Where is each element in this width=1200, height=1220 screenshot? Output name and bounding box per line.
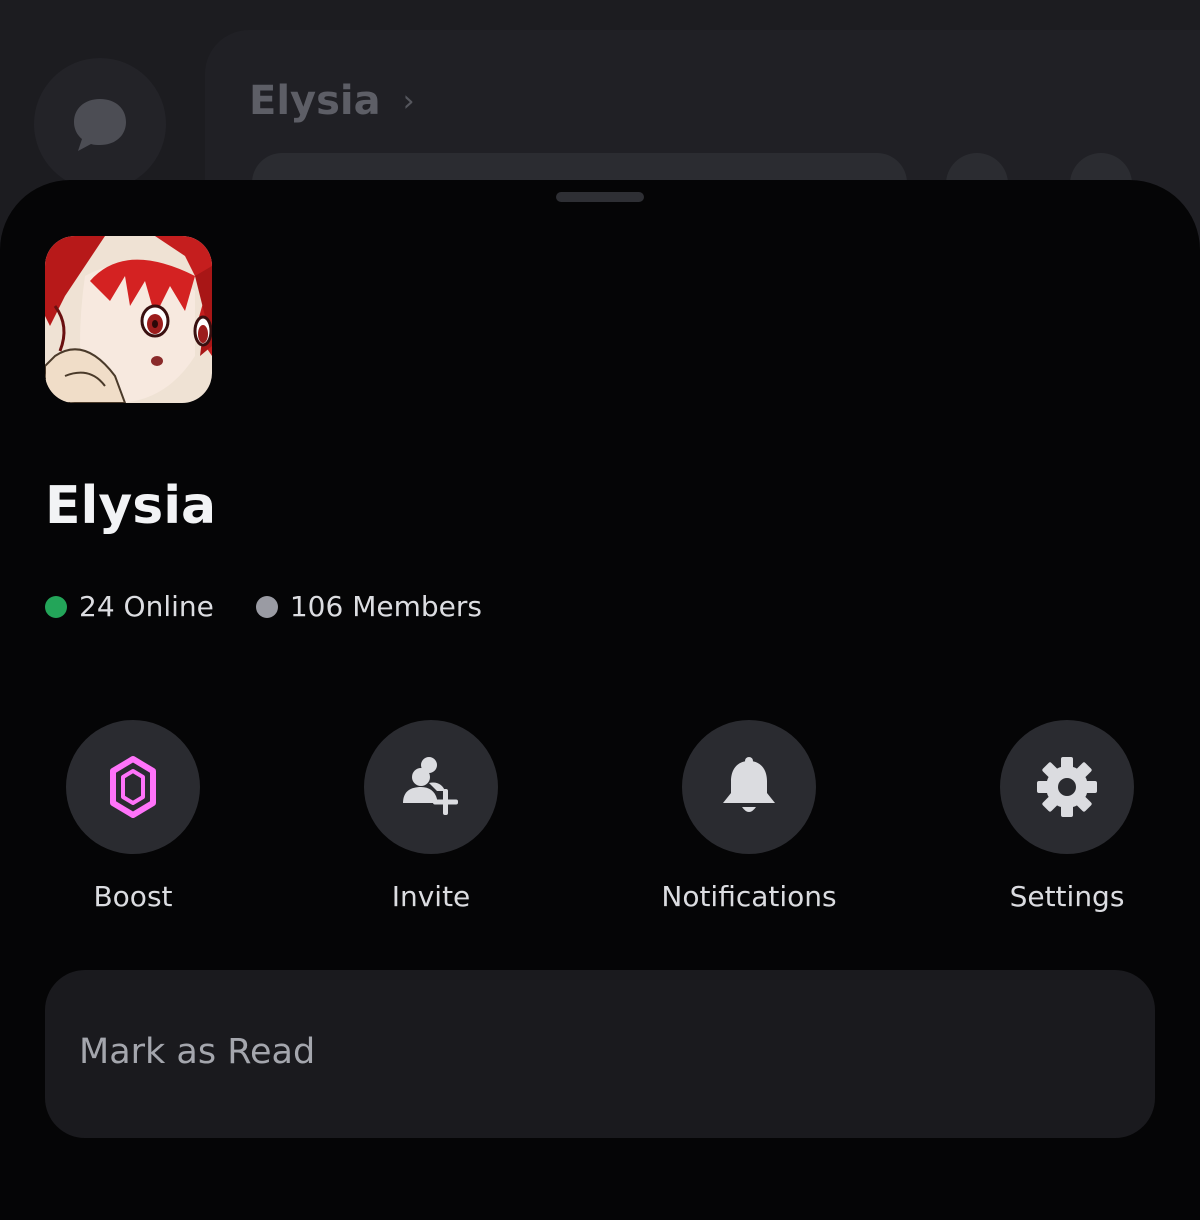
mark-as-read-button[interactable]: Mark as Read: [45, 970, 1155, 1138]
invite-user-plus-icon: [403, 757, 458, 815]
server-name: Elysia: [45, 476, 217, 536]
boost-button-circle[interactable]: [66, 720, 200, 854]
gear-icon: [1037, 757, 1097, 817]
notifications-button-circle[interactable]: [682, 720, 816, 854]
sheet-drag-handle[interactable]: [556, 192, 644, 202]
boost-label: Boost: [93, 880, 173, 913]
settings-label: Settings: [1009, 880, 1125, 913]
server-avatar: [45, 236, 212, 403]
notifications-label: Notifications: [661, 880, 837, 913]
notifications-button[interactable]: Notifications: [639, 720, 859, 913]
members-status-dot: [255, 595, 278, 618]
member-count: 106 Members: [255, 590, 482, 623]
online-count: 24 Online: [45, 590, 214, 623]
server-stats: 24 Online 106 Members: [45, 590, 482, 623]
online-count-label: 24 Online: [79, 590, 214, 623]
boost-gem-icon: [110, 756, 156, 818]
invite-label: Invite: [391, 880, 471, 913]
boost-button[interactable]: Boost: [23, 720, 243, 913]
direct-messages-button[interactable]: [34, 58, 166, 190]
mark-as-read-label: Mark as Read: [79, 1032, 316, 1072]
member-count-label: 106 Members: [289, 590, 482, 623]
invite-button-circle[interactable]: [364, 720, 498, 854]
bell-icon: [723, 757, 775, 812]
server-bottom-sheet: Elysia 24 Online 106 Members Boost Invit…: [0, 180, 1200, 1220]
online-status-dot: [45, 595, 67, 618]
settings-button[interactable]: Settings: [957, 720, 1177, 913]
channel-title-text: Elysia: [249, 78, 381, 124]
channel-header-title[interactable]: Elysia ›: [249, 78, 415, 124]
invite-button[interactable]: Invite: [321, 720, 541, 913]
chat-bubble-icon: [74, 99, 126, 151]
chevron-right-icon: ›: [402, 83, 415, 119]
server-avatar-image: [45, 236, 212, 403]
settings-button-circle[interactable]: [1000, 720, 1134, 854]
